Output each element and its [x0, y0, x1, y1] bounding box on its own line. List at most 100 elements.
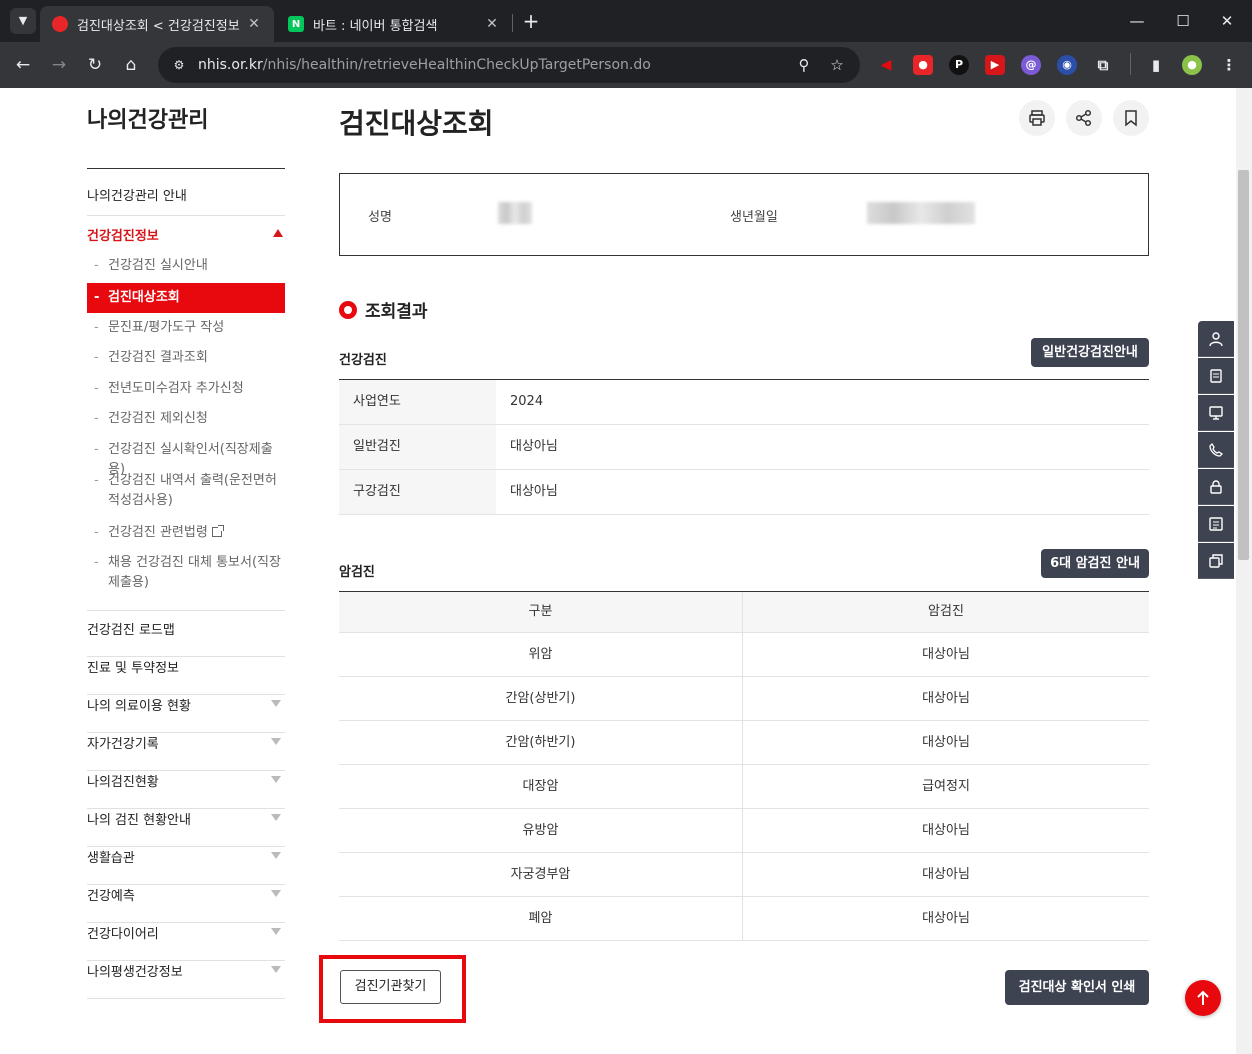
- cancer-checkup-heading: 암검진: [339, 565, 375, 580]
- extension-red-arrow-icon[interactable]: ◀: [876, 55, 896, 75]
- table-cell: 폐암: [339, 897, 743, 940]
- quick-phone-icon[interactable]: [1198, 432, 1234, 468]
- minimize-icon[interactable]: —: [1124, 8, 1150, 34]
- profile-avatar-icon[interactable]: ●: [1182, 55, 1202, 75]
- external-link-icon: [211, 525, 224, 537]
- address-bar[interactable]: ⚙ nhis.or.kr/nhis/healthin/retrieveHealt…: [158, 47, 860, 83]
- person-info-box: 성명 생년월일: [339, 173, 1149, 256]
- tab-naver[interactable]: N 바트 : 네이버 통합검색 ✕: [276, 6, 512, 42]
- close-tab-icon[interactable]: ✕: [246, 16, 262, 32]
- zoom-search-icon[interactable]: ⚲: [792, 47, 816, 83]
- scrollbar-thumb[interactable]: [1238, 170, 1249, 560]
- arrow-up-icon: [1197, 990, 1209, 1005]
- sidebar-sub-item[interactable]: 건강검진 내역서 출력(운전면허적성검사용): [87, 471, 285, 511]
- tab-title: 바트 : 네이버 통합검색: [313, 18, 438, 34]
- extension-media-icon[interactable]: ▶: [985, 55, 1005, 75]
- tab-title: 검진대상조회 < 건강검진정보: [77, 18, 240, 34]
- share-icon[interactable]: [1066, 100, 1102, 136]
- sidebar-sub-item[interactable]: 채용 건강검진 대체 통보서(직장제출용): [87, 553, 285, 593]
- expand-icon: [271, 928, 281, 935]
- sidebar-item[interactable]: 나의 검진 현황안내: [87, 809, 285, 847]
- general-checkup-guide-button[interactable]: 일반건강검진안내: [1031, 338, 1149, 367]
- table-row: 폐암 대상아님: [339, 897, 1149, 941]
- extension-lock-icon[interactable]: ●: [913, 55, 933, 75]
- table-row: 위암 대상아님: [339, 633, 1149, 677]
- tab-search-button[interactable]: ▼: [10, 8, 36, 34]
- table-cell: 대상아님: [922, 823, 970, 838]
- table-value: 대상아님: [510, 439, 558, 454]
- table-cell: 위암: [339, 633, 743, 676]
- quick-document-icon[interactable]: [1198, 358, 1234, 394]
- print-icon[interactable]: [1019, 100, 1055, 136]
- quick-lock-icon[interactable]: [1198, 469, 1234, 505]
- tab-nhis[interactable]: 검진대상조회 < 건강검진정보 ✕: [40, 6, 274, 42]
- browser-menu-icon[interactable]: ⋮: [1219, 55, 1239, 75]
- quick-user-icon[interactable]: [1198, 321, 1234, 357]
- table-row: 유방암 대상아님: [339, 809, 1149, 853]
- bookmark-icon[interactable]: [1113, 100, 1149, 136]
- birth-value-blurred: [867, 202, 975, 224]
- table-row: 사업연도 2024: [339, 380, 1149, 425]
- sidebar-item[interactable]: 자가건강기록: [87, 733, 285, 771]
- sidebar-item[interactable]: 나의검진현황: [87, 771, 285, 809]
- sidebar-item[interactable]: 건강예측: [87, 885, 285, 923]
- table-key: 일반검진: [339, 425, 496, 469]
- table-cell: 급여정지: [922, 779, 970, 794]
- quick-monitor-icon[interactable]: [1198, 395, 1234, 431]
- toolbar-divider: [1130, 53, 1131, 75]
- expand-icon: [271, 700, 281, 707]
- extension-globe-icon[interactable]: ◉: [1057, 55, 1077, 75]
- print-confirmation-button[interactable]: 검진대상 확인서 인쇄: [1005, 970, 1149, 1005]
- quick-form-icon[interactable]: [1198, 506, 1234, 542]
- sidebar-sub-item[interactable]: 건강검진 실시안내: [87, 256, 285, 276]
- maximize-icon[interactable]: ☐: [1170, 8, 1196, 34]
- sidebar-item[interactable]: 생활습관: [87, 847, 285, 885]
- close-tab-icon[interactable]: ✕: [484, 16, 500, 32]
- sidebar-item[interactable]: 건강다이어리: [87, 923, 285, 961]
- table-cell: 유방암: [339, 809, 743, 852]
- extension-p-icon[interactable]: P: [949, 55, 969, 75]
- sidebar-item[interactable]: 나의 의료이용 현황: [87, 695, 285, 733]
- sidebar-sub-item-law[interactable]: 건강검진 관련법령: [87, 523, 285, 543]
- sidebar-item[interactable]: 나의평생건강정보: [87, 961, 285, 999]
- scroll-to-top-button[interactable]: [1185, 980, 1221, 1016]
- sidebar-sub-item[interactable]: 전년도미수검자 추가신청: [87, 379, 285, 399]
- sidebar-sub-item[interactable]: 문진표/평가도구 작성: [87, 318, 285, 338]
- cancer-checkup-table: 구분 암검진 위암 대상아님 간암(상반기) 대상아님 간암(하반기) 대상아님 대장암 급여…: [339, 591, 1149, 941]
- site-info-icon[interactable]: ⚙: [170, 58, 188, 72]
- bookmark-star-icon[interactable]: ☆: [825, 47, 849, 83]
- sidebar-sub-item-current[interactable]: 검진대상조회: [87, 283, 285, 313]
- sidebar-item-label: 나의검진현황: [87, 775, 159, 790]
- forward-icon[interactable]: →: [45, 51, 73, 79]
- sidebar-item-label: 나의평생건강정보: [87, 965, 183, 980]
- sidebar-item-label: 나의 의료이용 현황: [87, 699, 191, 714]
- back-icon[interactable]: ←: [9, 51, 37, 79]
- cancer-checkup-guide-button[interactable]: 6대 암검진 안내: [1041, 549, 1149, 578]
- table-cell: 대상아님: [922, 735, 970, 750]
- sidebar-divider: [87, 168, 285, 169]
- table-key: 구강검진: [339, 470, 496, 514]
- quick-copy-icon[interactable]: [1198, 543, 1234, 579]
- url-text[interactable]: nhis.or.kr/nhis/healthin/retrieveHealthi…: [198, 57, 651, 73]
- sidebar-sub-item[interactable]: 건강검진 제외신청: [87, 409, 285, 429]
- section-title-text: 조회결과: [365, 302, 428, 322]
- home-icon[interactable]: ⌂: [117, 51, 145, 79]
- reload-icon[interactable]: ↻: [81, 51, 109, 79]
- extension-w-icon[interactable]: @: [1021, 55, 1041, 75]
- sidebar-item-checkup-info[interactable]: 건강검진정보: [87, 225, 285, 245]
- new-tab-button[interactable]: +: [520, 10, 542, 32]
- close-window-icon[interactable]: ✕: [1214, 8, 1240, 34]
- extensions-puzzle-icon[interactable]: ⧉: [1093, 55, 1113, 75]
- sidebar-item[interactable]: 건강검진 로드맵: [87, 619, 285, 657]
- highlight-box: [319, 955, 466, 1023]
- sidebar-item-label: 나의건강관리 안내: [87, 189, 187, 204]
- sidebar-item-label: 건강예측: [87, 889, 135, 904]
- sidebar-item-health-guide[interactable]: 나의건강관리 안내: [87, 185, 285, 216]
- table-row: 간암(하반기) 대상아님: [339, 721, 1149, 765]
- sidebar-item[interactable]: 진료 및 투약정보: [87, 657, 285, 695]
- naver-favicon: N: [288, 16, 304, 32]
- sidebar-sub-item[interactable]: 건강검진 결과조회: [87, 348, 285, 368]
- name-value-blurred: [498, 202, 532, 224]
- side-panel-icon[interactable]: ▮: [1146, 55, 1166, 75]
- column-header: 구분: [339, 592, 743, 632]
